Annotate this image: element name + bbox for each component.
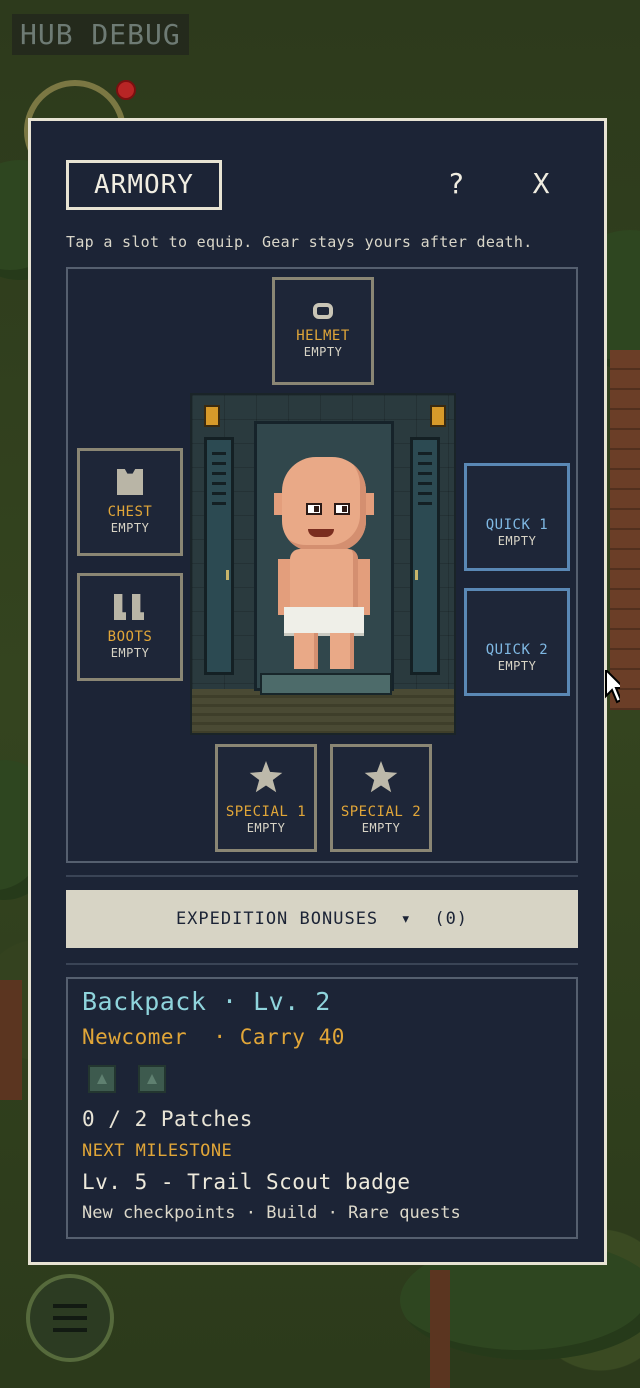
milestone-perks: New checkpoints · Build · Rare quests — [82, 1203, 461, 1223]
tree-trunk — [430, 1270, 450, 1388]
chest-armor-icon — [117, 469, 143, 495]
hamburger-icon — [53, 1304, 87, 1332]
special-slot-2[interactable]: SPECIAL 2 EMPTY — [330, 744, 432, 852]
slot-state: EMPTY — [497, 534, 537, 548]
slot-state: EMPTY — [361, 821, 401, 835]
notification-dot-icon — [116, 80, 136, 100]
helmet-slot[interactable]: HELMET EMPTY — [272, 277, 374, 385]
close-button[interactable]: X — [523, 165, 559, 201]
slot-label: SPECIAL 1 — [225, 804, 307, 820]
slot-state: EMPTY — [246, 821, 286, 835]
lamp-icon — [204, 405, 220, 427]
slot-label: CHEST — [107, 504, 153, 520]
boots-icon — [114, 594, 146, 620]
equip-hint-text: Tap a slot to equip. Gear stays yours af… — [66, 233, 533, 251]
help-button[interactable]: ? — [438, 165, 474, 201]
slot-state: EMPTY — [303, 345, 343, 359]
tree-trunk — [0, 980, 22, 1100]
divider — [66, 963, 578, 965]
slot-state: EMPTY — [110, 646, 150, 660]
milestone-label: NEXT MILESTONE — [82, 1141, 233, 1161]
patch-slot-icon[interactable] — [88, 1065, 116, 1093]
slot-label: BOOTS — [107, 629, 153, 645]
backpack-panel: Backpack · Lv. 2 Newcomer · Carry 40 0 /… — [66, 977, 578, 1239]
slot-label: SPECIAL 2 — [340, 804, 422, 820]
modal-title: ARMORY — [66, 160, 222, 210]
slot-label: QUICK 2 — [485, 642, 549, 658]
slot-label: QUICK 1 — [485, 517, 549, 533]
slot-state: EMPTY — [497, 659, 537, 673]
chest-slot[interactable]: CHEST EMPTY — [77, 448, 183, 556]
slot-label: HELMET — [296, 328, 350, 344]
locker-room-floor — [192, 689, 454, 733]
hub-debug-label[interactable]: HUB DEBUG — [12, 14, 189, 55]
divider — [66, 875, 578, 877]
patch-count: 0 / 2 Patches — [82, 1107, 253, 1131]
helmet-icon — [313, 303, 333, 319]
quick-slot-2[interactable]: QUICK 2 EMPTY — [464, 588, 570, 696]
patch-slot-icon[interactable] — [138, 1065, 166, 1093]
main-menu-button[interactable] — [26, 1274, 114, 1362]
patch-slots — [88, 1065, 166, 1093]
special-slot-1[interactable]: SPECIAL 1 EMPTY — [215, 744, 317, 852]
boots-slot[interactable]: BOOTS EMPTY — [77, 573, 183, 681]
expedition-bonuses-button[interactable]: EXPEDITION BONUSES ▾ (0) — [66, 890, 578, 948]
house-wall — [610, 350, 640, 710]
character-preview — [190, 393, 456, 735]
player-character — [264, 457, 384, 677]
equipment-panel: HELMET EMPTY CHEST EMPTY BOOTS EMPTY QUI… — [66, 267, 578, 863]
quick-slot-1[interactable]: QUICK 1 EMPTY — [464, 463, 570, 571]
armory-modal: ARMORY ? X Tap a slot to equip. Gear sta… — [28, 118, 607, 1265]
star-icon — [364, 761, 398, 793]
star-icon — [249, 761, 283, 793]
milestone-value: Lv. 5 - Trail Scout badge — [82, 1170, 411, 1194]
locker — [410, 437, 440, 675]
locker — [204, 437, 234, 675]
lamp-icon — [430, 405, 446, 427]
backpack-subtitle: Newcomer · Carry 40 — [82, 1025, 345, 1049]
slot-state: EMPTY — [110, 521, 150, 535]
backpack-title: Backpack · Lv. 2 — [82, 987, 331, 1016]
